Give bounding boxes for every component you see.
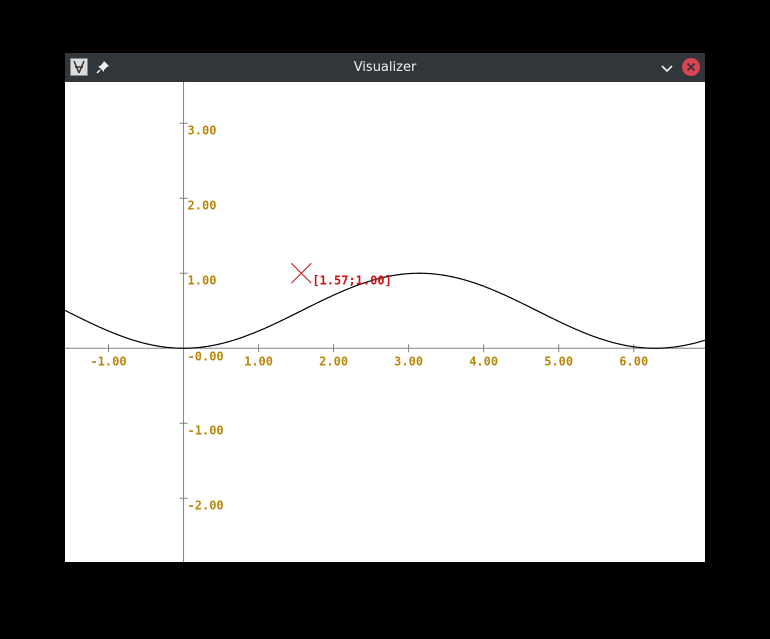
plot-area[interactable]: -1.00 1.00 2.00 3.00 4.00 5.00 6.00 3.00 2.00 1.0… — [65, 82, 705, 562]
y-tick-label: 2.00 — [188, 198, 217, 212]
x-tick-label: -1.00 — [90, 354, 126, 368]
y-tick-label: -2.00 — [188, 498, 224, 512]
close-icon — [686, 62, 696, 72]
x-tick-label: 3.00 — [394, 354, 423, 368]
y-tick-label: -1.00 — [188, 423, 224, 437]
x-tick-label: 1.00 — [244, 354, 273, 368]
y-tick-label: 1.00 — [188, 273, 217, 287]
title-bar[interactable]: Visualizer — [65, 53, 705, 82]
window-title: Visualizer — [353, 60, 417, 75]
x-tick-label: 4.00 — [469, 354, 498, 368]
plot-canvas: -1.00 1.00 2.00 3.00 4.00 5.00 6.00 3.00 2.00 1.0… — [65, 82, 705, 562]
chevron-down-icon[interactable] — [659, 60, 675, 76]
y-tick-label: 3.00 — [188, 123, 217, 137]
visualizer-window: Visualizer -1.00 1.00 2.00 3.00 4.00 5.00 6.00… — [65, 53, 705, 562]
origin-label: -0.00 — [188, 349, 224, 363]
x-tick-label: 5.00 — [544, 354, 573, 368]
marker-label: [1.57;1.00] — [312, 273, 391, 287]
x-tick-label: 2.00 — [319, 354, 348, 368]
close-button[interactable] — [682, 58, 700, 76]
x-tick-label: 6.00 — [619, 354, 648, 368]
